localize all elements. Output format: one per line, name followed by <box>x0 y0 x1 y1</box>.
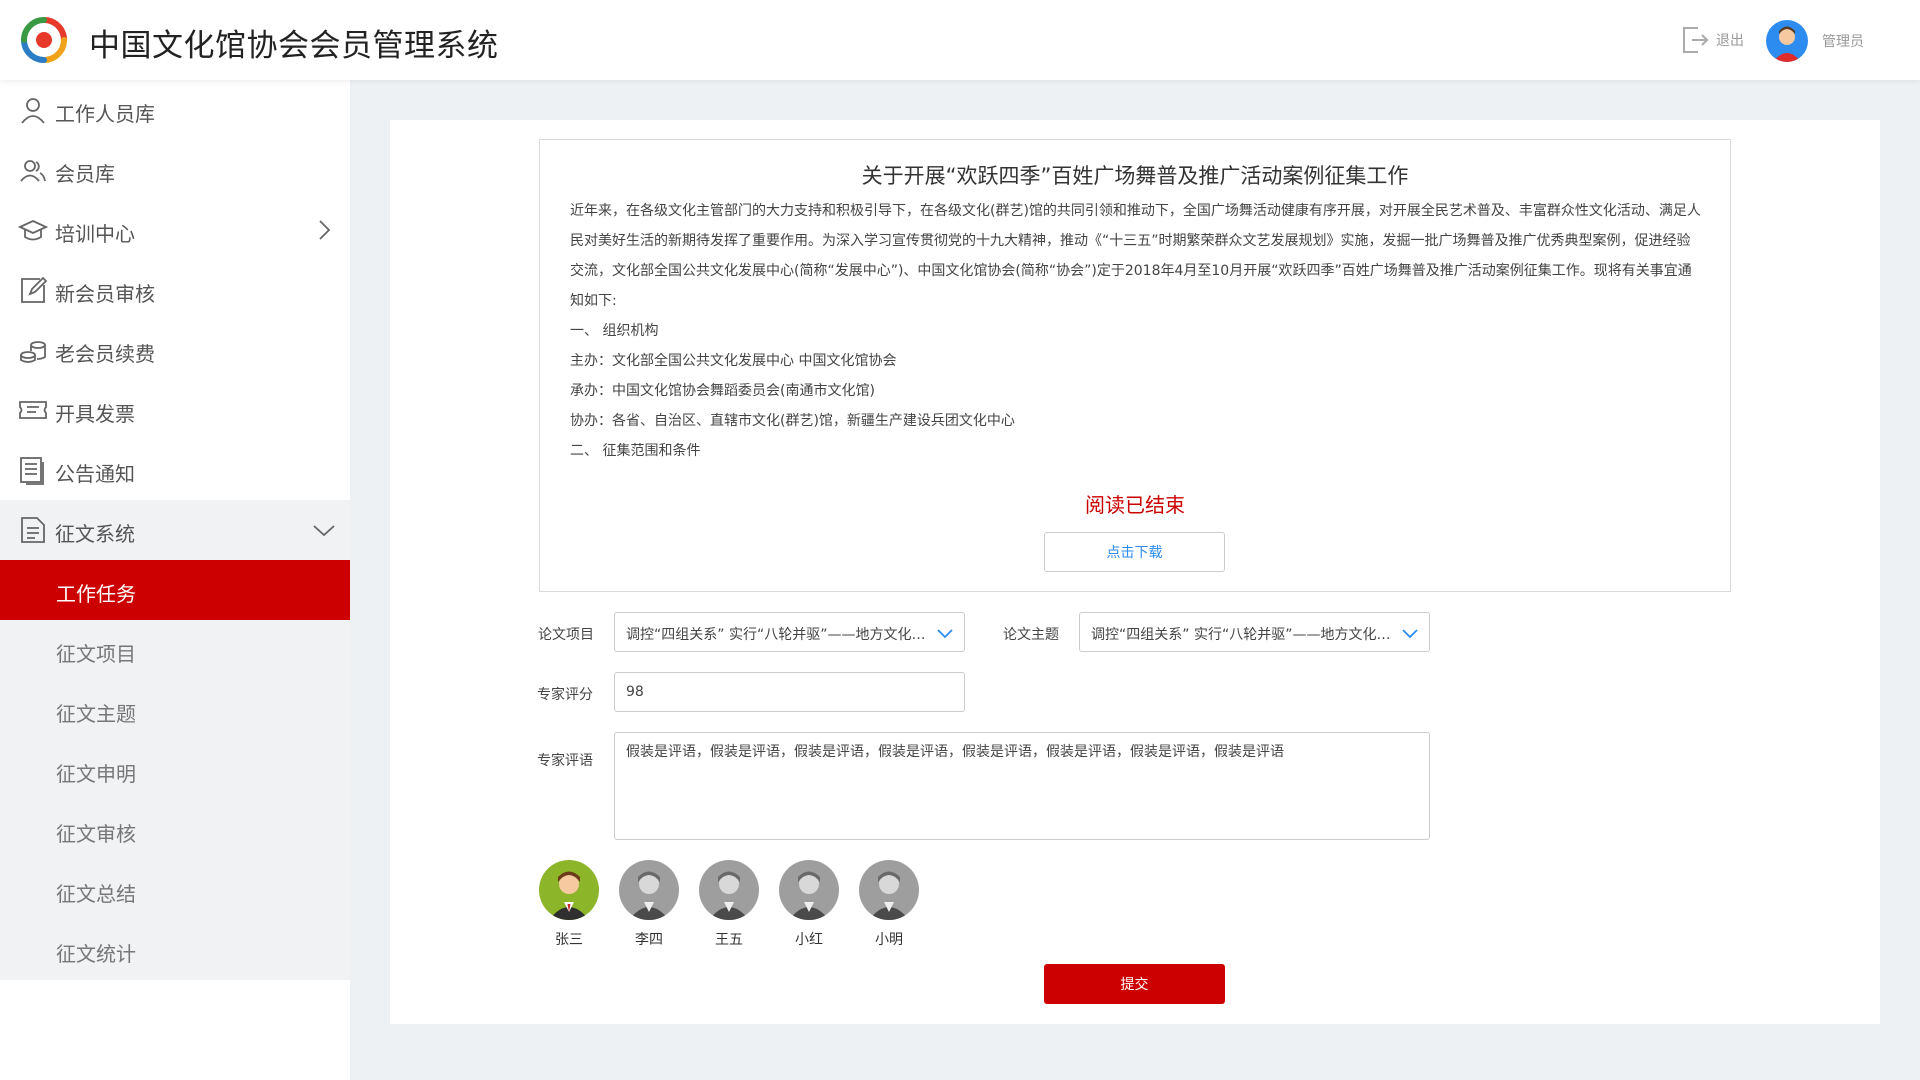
sidebar-item-label: 老会员续费 <box>55 342 155 366</box>
submenu-item-work-tasks[interactable]: 工作任务 <box>0 560 350 620</box>
score-input[interactable]: 98 <box>614 672 965 712</box>
sidebar-item-invoice[interactable]: 开具发票 <box>0 380 350 440</box>
people-icon <box>20 160 46 182</box>
notice-line: 一、 组织机构 <box>570 323 659 339</box>
expert-avatar[interactable]: 李四 <box>618 860 680 949</box>
notice-title: 关于开展“欢跃四季”百姓广场舞普及推广活动案例征集工作 <box>861 164 1409 188</box>
user-avatar-icon <box>1766 20 1808 62</box>
app-title: 中国文化馆协会会员管理系统 <box>89 28 499 64</box>
top-header: 中国文化馆协会会员管理系统 退出 管理员 <box>0 0 1920 80</box>
submenu-item-label: 工作任务 <box>56 582 136 606</box>
coins-icon <box>20 341 46 363</box>
avatar <box>619 860 679 920</box>
sidebar-item-label: 工作人员库 <box>55 102 155 126</box>
notice-line: 二、 征集范围和条件 <box>570 443 701 459</box>
sidebar-item-label: 征文系统 <box>55 522 135 546</box>
submenu-item-essay-statistics[interactable]: 征文统计 <box>0 920 350 980</box>
theme-label: 论文主题 <box>1003 627 1059 643</box>
comment-label: 专家评语 <box>537 753 593 769</box>
logout-label: 退出 <box>1716 33 1744 49</box>
comment-textarea[interactable]: 假装是评语，假装是评语，假装是评语，假装是评语，假装是评语，假装是评语，假装是评… <box>614 732 1430 840</box>
ticket-icon <box>19 401 47 419</box>
notice-panel: 关于开展“欢跃四季”百姓广场舞普及推广活动案例征集工作 近年来，在各级文化主管部… <box>539 139 1731 592</box>
logout-icon <box>1683 27 1709 53</box>
submenu-item-label: 征文统计 <box>56 942 136 966</box>
sidebar-item-label: 公告通知 <box>55 462 135 486</box>
graduation-cap-icon <box>18 220 48 241</box>
chevron-right-icon <box>319 220 331 240</box>
expert-avatar-icon <box>699 860 759 920</box>
sidebar: 工作人员库 会员库 培训中心 新会员审核 老会员续费 开具发票 公告通知 征文系… <box>0 80 350 1080</box>
notice-line: 承办：中国文化馆协会舞蹈委员会(南通市文化馆) <box>570 383 875 399</box>
sidebar-item-announcements[interactable]: 公告通知 <box>0 440 350 500</box>
avatar <box>699 860 759 920</box>
theme-select-value: 调控“四组关系” 实行“八轮并驱”——地方文化馆发展新思路 <box>1091 627 1391 643</box>
submenu-item-label: 征文项目 <box>56 642 136 666</box>
submenu-item-label: 征文总结 <box>56 882 136 906</box>
download-button[interactable]: 点击下载 <box>1044 532 1225 572</box>
expert-avatar-icon <box>779 860 839 920</box>
sidebar-item-members[interactable]: 会员库 <box>0 140 350 200</box>
submenu-item-label: 征文审核 <box>56 822 136 846</box>
submenu-item-essay-statement[interactable]: 征文申明 <box>0 740 350 800</box>
notice-line: 协办：各省、自治区、直辖市文化(群艺)馆，新疆生产建设兵团文化中心 <box>570 413 1015 429</box>
user-name: 管理员 <box>1822 34 1864 50</box>
person-icon <box>21 98 45 124</box>
submenu-item-label: 征文申明 <box>56 762 136 786</box>
file-icon <box>21 517 45 543</box>
submenu-item-essay-themes[interactable]: 征文主题 <box>0 680 350 740</box>
avatar <box>1766 20 1808 62</box>
notice-body: 近年来，在各级文化主管部门的大力支持和积极引导下，在各级文化(群艺)馆的共同引领… <box>570 196 1702 466</box>
expert-name: 张三 <box>555 932 583 948</box>
essay-submenu: 工作任务 征文项目 征文主题 征文申明 征文审核 征文总结 征文统计 <box>0 560 350 980</box>
project-label: 论文项目 <box>538 627 594 643</box>
read-end-text: 阅读已结束 <box>1085 493 1185 517</box>
expert-avatar-icon <box>619 860 679 920</box>
sidebar-item-staff[interactable]: 工作人员库 <box>0 80 350 140</box>
expert-avatar[interactable]: 小红 <box>778 860 840 949</box>
chevron-down-icon <box>1402 629 1418 639</box>
user-menu[interactable]: 管理员 <box>1766 20 1864 62</box>
expert-name: 小明 <box>875 932 903 948</box>
logout-button[interactable]: 退出 <box>1680 24 1744 56</box>
submit-button[interactable]: 提交 <box>1044 964 1225 1004</box>
sidebar-item-essay-system[interactable]: 征文系统 <box>0 500 350 560</box>
expert-avatar[interactable]: 王五 <box>698 860 760 949</box>
project-select[interactable]: 调控“四组关系” 实行“八轮并驱”——地方文化馆发展新思路 <box>614 612 965 652</box>
expert-avatar-selected[interactable]: 张三 <box>538 860 600 949</box>
expert-avatar-icon <box>859 860 919 920</box>
avatar <box>859 860 919 920</box>
sidebar-item-label: 培训中心 <box>55 222 135 246</box>
sidebar-item-label: 新会员审核 <box>55 282 155 306</box>
submenu-item-essay-summary[interactable]: 征文总结 <box>0 860 350 920</box>
notice-paragraph: 近年来，在各级文化主管部门的大力支持和积极引导下，在各级文化(群艺)馆的共同引领… <box>570 203 1701 309</box>
expert-avatar-icon <box>539 860 599 920</box>
expert-name: 小红 <box>795 932 823 948</box>
notice-line: 主办：文化部全国公共文化发展中心 中国文化馆协会 <box>570 353 897 369</box>
sidebar-item-renewal[interactable]: 老会员续费 <box>0 320 350 380</box>
avatar <box>779 860 839 920</box>
expert-avatar[interactable]: 小明 <box>858 860 920 949</box>
sidebar-item-label: 开具发票 <box>55 402 135 426</box>
document-icon <box>20 457 44 485</box>
main-card: 关于开展“欢跃四季”百姓广场舞普及推广活动案例征集工作 近年来，在各级文化主管部… <box>390 120 1880 1024</box>
chevron-down-icon <box>937 629 953 639</box>
expert-name: 李四 <box>635 932 663 948</box>
avatar <box>539 860 599 920</box>
submenu-item-essay-review[interactable]: 征文审核 <box>0 800 350 860</box>
sidebar-item-new-member-review[interactable]: 新会员审核 <box>0 260 350 320</box>
expert-name: 王五 <box>715 932 743 948</box>
project-select-value: 调控“四组关系” 实行“八轮并驱”——地方文化馆发展新思路 <box>626 627 926 643</box>
chevron-down-icon <box>313 525 335 537</box>
sidebar-item-label: 会员库 <box>55 162 115 186</box>
edit-icon <box>21 276 48 303</box>
sidebar-item-training[interactable]: 培训中心 <box>0 200 350 260</box>
submenu-item-label: 征文主题 <box>56 702 136 726</box>
logo-icon <box>21 17 67 63</box>
submenu-item-essay-projects[interactable]: 征文项目 <box>0 620 350 680</box>
score-label: 专家评分 <box>537 687 593 703</box>
theme-select[interactable]: 调控“四组关系” 实行“八轮并驱”——地方文化馆发展新思路 <box>1079 612 1430 652</box>
